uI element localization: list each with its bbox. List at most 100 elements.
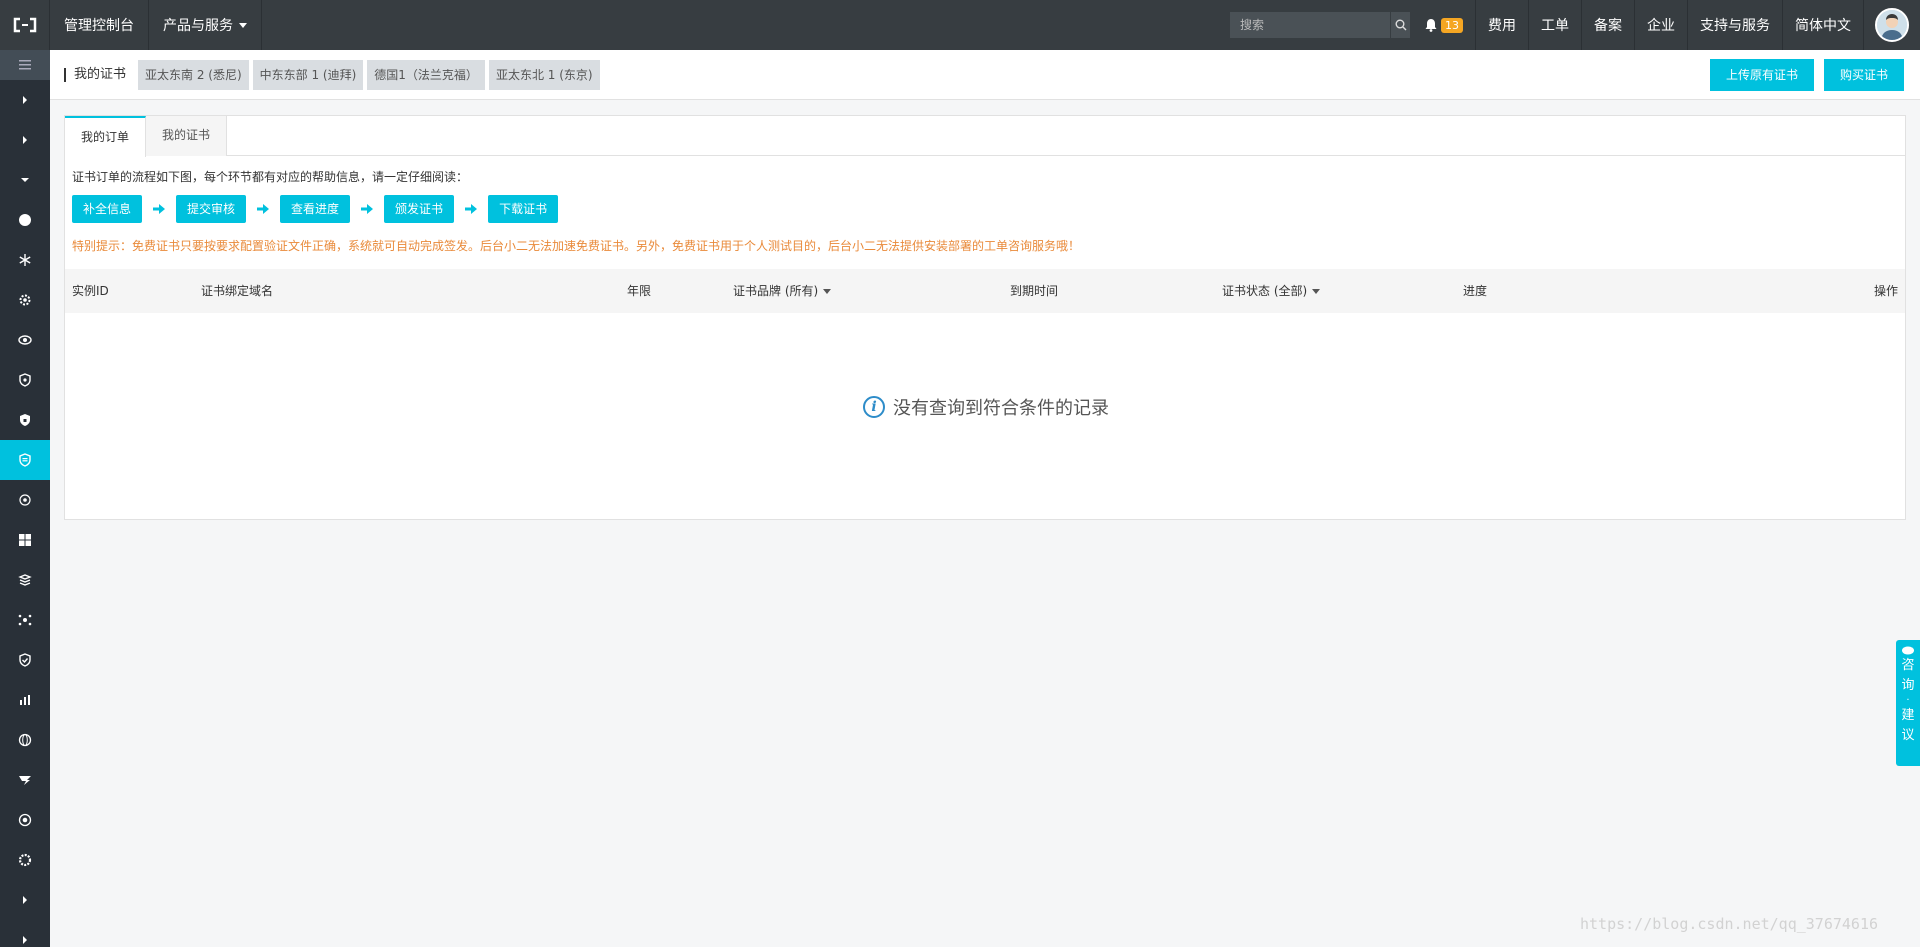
sidebar-item-cdn[interactable] [0, 240, 50, 280]
sidebar-item-globe[interactable] [0, 720, 50, 760]
menu-icon [19, 60, 31, 70]
col-label: 证书状态 (全部) [1222, 284, 1308, 298]
sidebar-expand-2[interactable] [0, 120, 50, 160]
notification-button[interactable]: 13 [1424, 0, 1476, 50]
chat-icon [1902, 646, 1914, 655]
region-tab-dubai[interactable]: 中东东部 1 (迪拜) [252, 59, 364, 90]
console-link[interactable]: 管理控制台 [50, 0, 149, 50]
avatar [1875, 8, 1909, 42]
sidebar-item-target[interactable] [0, 480, 50, 520]
col-label: 操作 [1873, 284, 1898, 298]
user-avatar-button[interactable] [1864, 0, 1920, 50]
nav-enterprise[interactable]: 企业 [1635, 0, 1688, 50]
main-panel: 我的订单 我的证书 证书订单的流程如下图，每个环节都有对应的帮助信息，请一定仔细… [64, 115, 1906, 520]
snowflake-icon [19, 254, 31, 266]
col-brand-filter[interactable]: 证书品牌 (所有) [733, 269, 832, 313]
sidebar-item-network[interactable] [0, 600, 50, 640]
sidebar-item-security-lock[interactable] [0, 400, 50, 440]
caret-down-icon [1312, 289, 1321, 294]
nav-tickets[interactable]: 工单 [1529, 0, 1582, 50]
top-bar: 管理控制台 产品与服务 13 费用 工单 备案 企业 支持与服务 简体中文 [0, 0, 1920, 50]
sidebar-item-shield-check[interactable] [0, 640, 50, 680]
aliyun-logo-icon[interactable] [0, 0, 50, 50]
chevron-right-icon [23, 936, 27, 944]
notification-badge: 13 [1441, 17, 1463, 33]
process-steps: 补全信息 提交审核 查看进度 颁发证书 下载证书 [72, 195, 1905, 223]
search-button[interactable] [1390, 12, 1410, 38]
layers-icon [18, 574, 32, 586]
caret-down-icon [823, 289, 832, 294]
search-box [1230, 12, 1410, 38]
chart-icon [20, 695, 30, 705]
sidebar-expand-3[interactable] [0, 880, 50, 920]
watermark: https://blog.csdn.net/qq_37674616 [1580, 915, 1879, 933]
col-actions: 操作 [1874, 269, 1898, 313]
crosshair-icon [19, 494, 31, 506]
region-tab-tokyo[interactable]: 亚太东北 1 (东京) [488, 59, 600, 90]
col-label: 证书品牌 (所有) [733, 284, 819, 298]
nav-filing[interactable]: 备案 [1582, 0, 1635, 50]
sidebar-item-security-bug[interactable] [0, 360, 50, 400]
sidebar-item-target-2[interactable] [0, 800, 50, 840]
bell-icon [1425, 19, 1437, 32]
sidebar-item-certificates[interactable] [0, 440, 50, 480]
region-tab-frankfurt[interactable]: 德国1（法兰克福） [367, 59, 485, 90]
nav-language[interactable]: 简体中文 [1783, 0, 1864, 50]
col-status-filter[interactable]: 证书状态 (全部) [1222, 269, 1321, 313]
sidebar-item-chart[interactable] [0, 680, 50, 720]
col-years: 年限 [627, 269, 651, 313]
wing-icon [19, 776, 31, 785]
col-label: 到期时间 [1010, 284, 1059, 298]
col-label: 年限 [627, 284, 652, 298]
nav-support[interactable]: 支持与服务 [1688, 0, 1783, 50]
empty-message: 没有查询到符合条件的记录 [893, 398, 1109, 419]
step-download-certificate[interactable]: 下载证书 [488, 195, 559, 223]
feedback-char: · [1906, 695, 1910, 706]
sidebar-item-monitor[interactable] [0, 320, 50, 360]
windows-icon [19, 534, 31, 546]
upload-certificate-button[interactable]: 上传原有证书 [1709, 58, 1814, 91]
sidebar-item-layers[interactable] [0, 560, 50, 600]
col-expiry: 到期时间 [1010, 269, 1058, 313]
tab-my-certificates[interactable]: 我的证书 [146, 116, 228, 156]
sidebar-expand-4[interactable] [0, 920, 50, 947]
search-input[interactable] [1230, 12, 1390, 38]
target-icon [18, 813, 32, 827]
nav-fees[interactable]: 费用 [1476, 0, 1529, 50]
nav-label: 企业 [1647, 18, 1675, 34]
feedback-float-button[interactable]: 咨 询 · 建 议 [1896, 640, 1920, 766]
table-header: 实例ID 证书绑定域名 年限 证书品牌 (所有) 到期时间 证书状态 (全部) … [65, 269, 1905, 313]
sidebar-item-config[interactable] [0, 280, 50, 320]
arrow-right-icon [454, 204, 488, 214]
sub-header: 我的证书 亚太东南 2 (悉尼) 中东东部 1 (迪拜) 德国1（法兰克福） 亚… [50, 50, 1920, 100]
tab-my-orders[interactable]: 我的订单 [65, 116, 147, 157]
buy-certificate-button[interactable]: 购买证书 [1823, 58, 1904, 91]
sidebar-item-ecs[interactable] [0, 200, 50, 240]
step-submit-review[interactable]: 提交审核 [176, 195, 247, 223]
info-icon: i [863, 396, 885, 418]
sidebar-collapse[interactable] [0, 160, 50, 200]
feedback-char: 咨 [1901, 658, 1915, 673]
page-title: 我的证书 [64, 67, 126, 82]
shield-lock-icon [20, 414, 30, 426]
step-complete-info[interactable]: 补全信息 [72, 195, 143, 223]
sidebar-item-wing[interactable] [0, 760, 50, 800]
tab-bar: 我的订单 我的证书 [65, 116, 1905, 157]
step-check-progress[interactable]: 查看进度 [280, 195, 351, 223]
gear-icon [19, 294, 31, 306]
network-icon [18, 614, 32, 626]
sidebar-expand-1[interactable] [0, 80, 50, 120]
col-progress: 进度 [1463, 269, 1487, 313]
nav-label: 支持与服务 [1700, 18, 1770, 34]
sidebar [0, 50, 50, 947]
step-issue-certificate[interactable]: 颁发证书 [384, 195, 455, 223]
chevron-right-icon [23, 96, 27, 104]
sidebar-toggle[interactable] [0, 50, 50, 80]
feedback-char: 建 [1901, 708, 1915, 723]
search-icon [1395, 19, 1406, 31]
sidebar-item-gear-ring[interactable] [0, 840, 50, 880]
products-menu[interactable]: 产品与服务 [149, 0, 262, 50]
globe-icon [18, 733, 32, 747]
region-tab-sydney[interactable]: 亚太东南 2 (悉尼) [138, 59, 249, 90]
sidebar-item-windows[interactable] [0, 520, 50, 560]
